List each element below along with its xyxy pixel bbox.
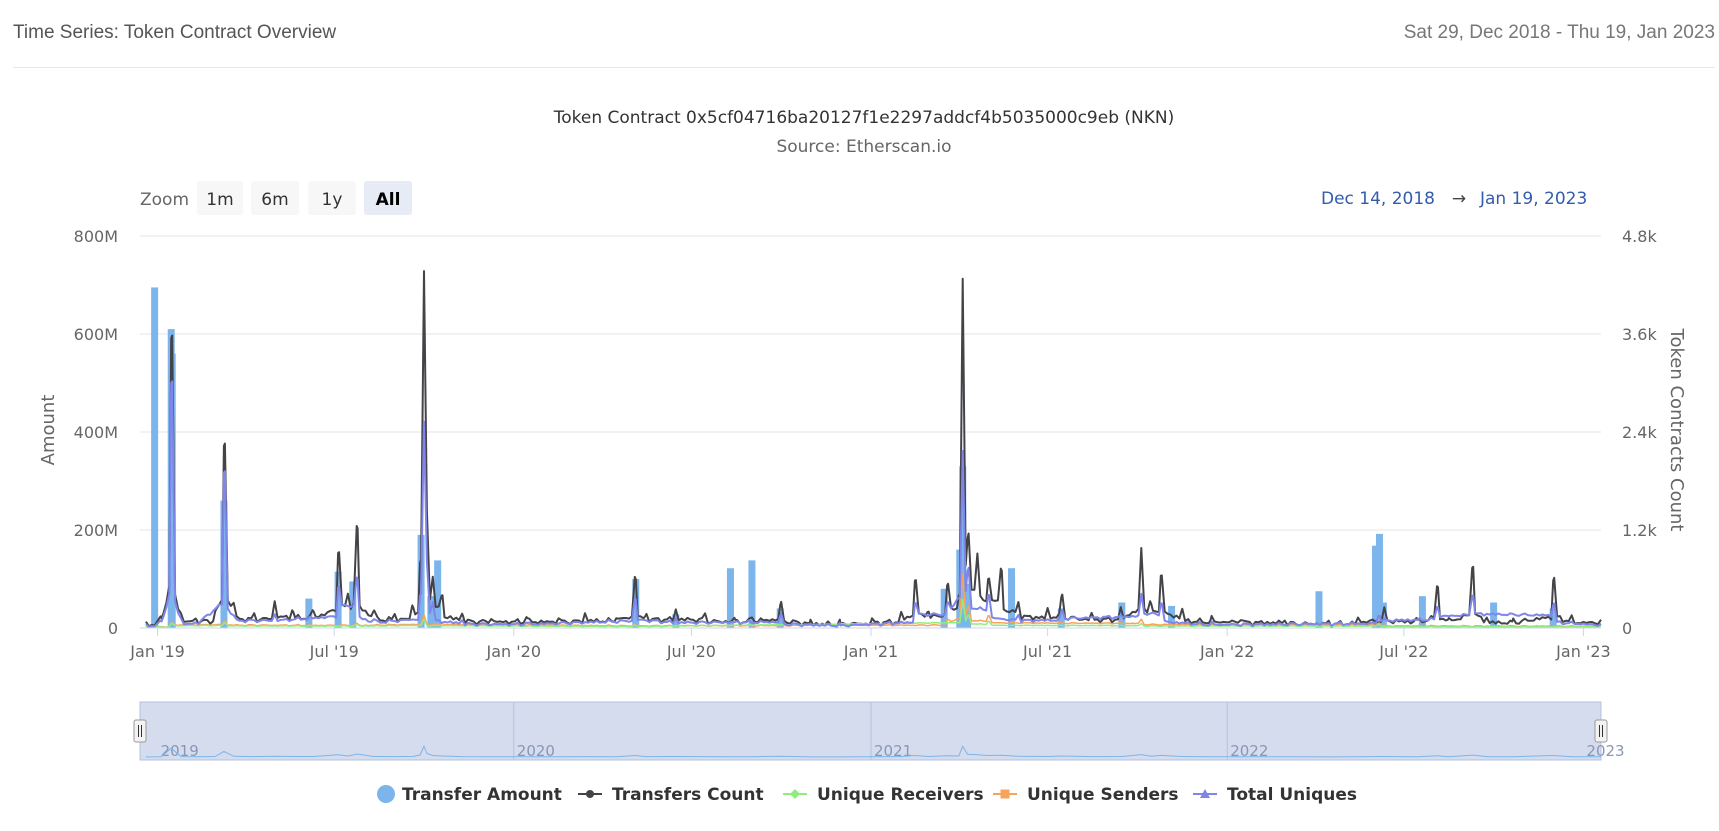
legend-marker — [790, 789, 800, 799]
navigator-right-handle[interactable] — [1594, 719, 1608, 743]
transfer-amount-bar — [1315, 591, 1323, 628]
range-from-input[interactable]: Dec 14, 2018 — [1321, 189, 1435, 209]
zoom-all-label: All — [376, 190, 401, 210]
zoom-all-button[interactable]: All — [364, 181, 412, 215]
navigator[interactable]: 2019 2020 2021 2022 2023 — [133, 701, 1625, 761]
legend-label: Transfer Amount — [402, 785, 562, 805]
zoom-6m-button[interactable]: 6m — [251, 181, 299, 215]
y-left-tick-label: 800M — [74, 227, 118, 246]
token-contract-chart: Token Contract 0x5cf04716ba20127f1e2297a… — [38, 108, 1687, 805]
x-tick-label: Jan '19 — [129, 642, 185, 661]
navigator-right-handle-body — [1594, 719, 1608, 743]
legend-unique-receivers[interactable]: Unique Receivers — [783, 785, 984, 805]
y-right-tick-label: 1.2k — [1622, 521, 1657, 540]
legend-marker — [1000, 789, 1010, 799]
grid-lines — [140, 235, 1601, 531]
legend-label: Total Uniques — [1227, 785, 1357, 805]
x-tick-label: Jul '20 — [666, 642, 716, 661]
transfer-amount-columns — [151, 287, 1557, 628]
y-left-tick-label: 600M — [74, 325, 118, 344]
y-right-axis-title: Token Contracts Count — [1666, 328, 1687, 532]
legend-label: Transfers Count — [612, 785, 764, 805]
legend-label: Unique Senders — [1027, 785, 1179, 805]
x-tick-label: Jan '20 — [486, 642, 542, 661]
navigator-left-handle-body — [133, 719, 147, 743]
y-left-axis-title: Amount — [38, 395, 59, 466]
transfer-amount-bar — [151, 287, 159, 628]
x-tick-label: Jan '21 — [843, 642, 899, 661]
legend: Transfer Amount Transfers Count Unique Rec… — [377, 785, 1357, 805]
navigator-year-label: 2020 — [517, 742, 555, 760]
x-tick-label: Jan '23 — [1555, 642, 1611, 661]
navigator-year-label: 2019 — [161, 742, 199, 760]
chart-title: Token Contract 0x5cf04716ba20127f1e2297a… — [553, 108, 1175, 128]
legend-transfer-amount[interactable]: Transfer Amount — [377, 785, 562, 805]
zoom-1m-label: 1m — [206, 190, 233, 210]
y-right-tick-label: 0 — [1622, 619, 1632, 638]
y-left-tick-label: 0 — [108, 619, 118, 638]
zoom-1y-label: 1y — [322, 190, 343, 210]
x-tick-label: Jan '22 — [1199, 642, 1255, 661]
legend-marker — [586, 790, 594, 798]
x-tick-label: Jul '21 — [1022, 642, 1072, 661]
legend-transfers-count[interactable]: Transfers Count — [578, 785, 764, 805]
y-right-axis: 0 1.2k 2.4k 3.6k 4.8k — [1622, 227, 1657, 638]
x-tick-label: Jul '22 — [1378, 642, 1428, 661]
y-left-tick-label: 400M — [74, 423, 118, 442]
zoom-label: Zoom — [140, 190, 189, 210]
legend-label: Unique Receivers — [817, 785, 984, 805]
x-axis: Jan '19 Jul '19 Jan '20 Jul '20 Jan '21 Jul '… — [129, 628, 1611, 661]
y-left-axis: 0 200M 400M 600M 800M — [74, 227, 118, 638]
zoom-6m-label: 6m — [261, 190, 288, 210]
legend-total-uniques[interactable]: Total Uniques — [1193, 785, 1357, 805]
navigator-left-handle[interactable] — [133, 719, 147, 743]
zoom-1y-button[interactable]: 1y — [308, 181, 356, 215]
range-arrow: → — [1452, 189, 1466, 209]
y-left-tick-label: 200M — [74, 521, 118, 540]
y-right-tick-label: 2.4k — [1622, 423, 1657, 442]
y-right-tick-label: 4.8k — [1622, 227, 1657, 246]
zoom-1m-button[interactable]: 1m — [197, 181, 243, 215]
y-right-tick-label: 3.6k — [1622, 325, 1657, 344]
range-to-input[interactable]: Jan 19, 2023 — [1479, 189, 1587, 209]
legend-unique-senders[interactable]: Unique Senders — [993, 785, 1179, 805]
chart-subtitle: Source: Etherscan.io — [776, 137, 951, 157]
navigator-year-label: 2021 — [874, 742, 912, 760]
legend-symbol — [377, 785, 395, 803]
x-tick-label: Jul '19 — [309, 642, 359, 661]
plot-area — [145, 270, 1602, 629]
